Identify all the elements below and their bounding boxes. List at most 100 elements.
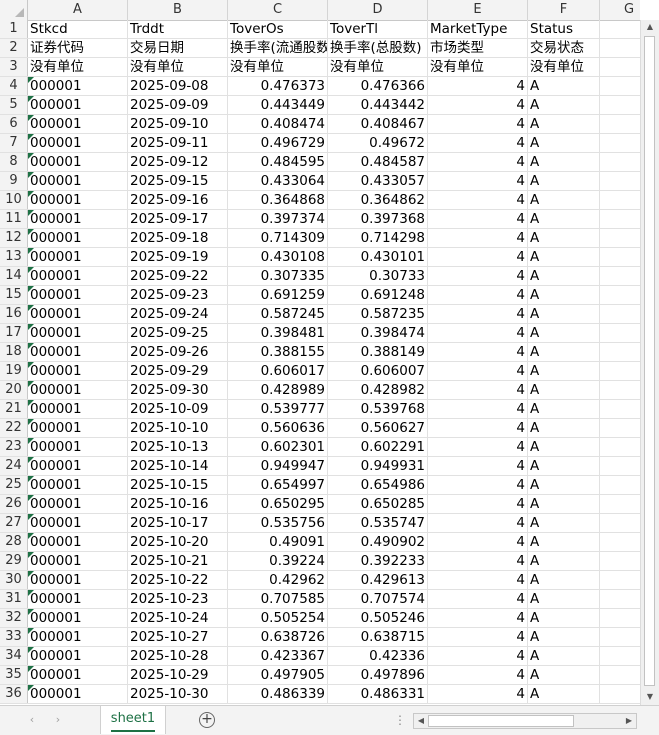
row-header[interactable]: 33: [0, 628, 28, 646]
cell-tovertl[interactable]: 0.650285: [328, 495, 428, 513]
cell-status[interactable]: A: [528, 647, 600, 665]
cell-stkcd[interactable]: 000001: [28, 666, 128, 684]
scroll-up-icon[interactable]: ▲: [641, 20, 659, 34]
cell-stkcd[interactable]: 000001: [28, 343, 128, 361]
row-header[interactable]: 4: [0, 77, 28, 95]
cell-toveros[interactable]: 0.602301: [228, 438, 328, 456]
header-cell[interactable]: 没有单位: [28, 58, 128, 76]
cell-tovertl[interactable]: 0.388149: [328, 343, 428, 361]
empty-cell[interactable]: [600, 77, 640, 95]
cell-trddt[interactable]: 2025-09-24: [128, 305, 228, 323]
vertical-scrollbar[interactable]: ▲ ▼: [640, 20, 659, 705]
empty-cell[interactable]: [600, 115, 640, 133]
empty-cell[interactable]: [600, 400, 640, 418]
cell-tovertl[interactable]: 0.535747: [328, 514, 428, 532]
cell-stkcd[interactable]: 000001: [28, 362, 128, 380]
row-header[interactable]: 35: [0, 666, 28, 684]
header-cell[interactable]: 证券代码: [28, 39, 128, 57]
scroll-down-icon[interactable]: ▼: [641, 690, 659, 704]
cell-tovertl[interactable]: 0.949931: [328, 457, 428, 475]
row-header[interactable]: 16: [0, 305, 28, 323]
header-cell[interactable]: 换手率(流通股数): [228, 39, 328, 57]
cell-status[interactable]: A: [528, 666, 600, 684]
row-header[interactable]: 18: [0, 343, 28, 361]
column-header-g[interactable]: G: [600, 0, 640, 20]
cell-trddt[interactable]: 2025-10-29: [128, 666, 228, 684]
row-header[interactable]: 26: [0, 495, 28, 513]
cell-trddt[interactable]: 2025-10-13: [128, 438, 228, 456]
cell-tovertl[interactable]: 0.398474: [328, 324, 428, 342]
cell-status[interactable]: A: [528, 514, 600, 532]
column-header-a[interactable]: A: [28, 0, 128, 20]
cell-status[interactable]: A: [528, 229, 600, 247]
empty-cell[interactable]: [600, 514, 640, 532]
cell-markettype[interactable]: 4: [428, 286, 528, 304]
row-header[interactable]: 13: [0, 248, 28, 266]
header-cell[interactable]: Status: [528, 20, 600, 38]
cell-status[interactable]: A: [528, 609, 600, 627]
cell-markettype[interactable]: 4: [428, 571, 528, 589]
cell-markettype[interactable]: 4: [428, 191, 528, 209]
cell-toveros[interactable]: 0.638726: [228, 628, 328, 646]
header-cell[interactable]: MarketType: [428, 20, 528, 38]
cell-stkcd[interactable]: 000001: [28, 419, 128, 437]
empty-cell[interactable]: [600, 343, 640, 361]
cell-markettype[interactable]: 4: [428, 552, 528, 570]
cell-toveros[interactable]: 0.408474: [228, 115, 328, 133]
header-cell[interactable]: 市场类型: [428, 39, 528, 57]
cell-trddt[interactable]: 2025-09-11: [128, 134, 228, 152]
cell-markettype[interactable]: 4: [428, 628, 528, 646]
cell-markettype[interactable]: 4: [428, 514, 528, 532]
cell-status[interactable]: A: [528, 324, 600, 342]
empty-cell[interactable]: [600, 533, 640, 551]
empty-cell[interactable]: [600, 96, 640, 114]
cell-markettype[interactable]: 4: [428, 495, 528, 513]
row-header[interactable]: 32: [0, 609, 28, 627]
cell-toveros[interactable]: 0.398481: [228, 324, 328, 342]
cell-status[interactable]: A: [528, 552, 600, 570]
cell-trddt[interactable]: 2025-09-10: [128, 115, 228, 133]
scroll-left-icon[interactable]: ◀: [414, 714, 428, 728]
cell-tovertl[interactable]: 0.560627: [328, 419, 428, 437]
cell-tovertl[interactable]: 0.638715: [328, 628, 428, 646]
prev-sheet-icon[interactable]: ‹: [24, 712, 40, 728]
cell-markettype[interactable]: 4: [428, 96, 528, 114]
cell-toveros[interactable]: 0.650295: [228, 495, 328, 513]
cell-stkcd[interactable]: 000001: [28, 210, 128, 228]
cell-trddt[interactable]: 2025-09-17: [128, 210, 228, 228]
cell-markettype[interactable]: 4: [428, 533, 528, 551]
cell-trddt[interactable]: 2025-09-15: [128, 172, 228, 190]
cell-tovertl[interactable]: 0.42336: [328, 647, 428, 665]
header-cell[interactable]: 没有单位: [528, 58, 600, 76]
cell-stkcd[interactable]: 000001: [28, 495, 128, 513]
cell-markettype[interactable]: 4: [428, 590, 528, 608]
cell-status[interactable]: A: [528, 305, 600, 323]
empty-cell[interactable]: [600, 438, 640, 456]
empty-cell[interactable]: [600, 666, 640, 684]
cell-trddt[interactable]: 2025-10-24: [128, 609, 228, 627]
cell-markettype[interactable]: 4: [428, 115, 528, 133]
cell-tovertl[interactable]: 0.397368: [328, 210, 428, 228]
cell-toveros[interactable]: 0.707585: [228, 590, 328, 608]
cell-stkcd[interactable]: 000001: [28, 647, 128, 665]
cell-stkcd[interactable]: 000001: [28, 685, 128, 703]
cell-trddt[interactable]: 2025-10-14: [128, 457, 228, 475]
cell-tovertl[interactable]: 0.602291: [328, 438, 428, 456]
cell-toveros[interactable]: 0.42962: [228, 571, 328, 589]
cell-toveros[interactable]: 0.428989: [228, 381, 328, 399]
cell-markettype[interactable]: 4: [428, 134, 528, 152]
cell-stkcd[interactable]: 000001: [28, 457, 128, 475]
cell-markettype[interactable]: 4: [428, 77, 528, 95]
cell-tovertl[interactable]: 0.691248: [328, 286, 428, 304]
row-header[interactable]: 36: [0, 685, 28, 703]
row-header[interactable]: 11: [0, 210, 28, 228]
row-header[interactable]: 8: [0, 153, 28, 171]
cell-status[interactable]: A: [528, 191, 600, 209]
cell-stkcd[interactable]: 000001: [28, 514, 128, 532]
cell-status[interactable]: A: [528, 590, 600, 608]
cell-trddt[interactable]: 2025-10-30: [128, 685, 228, 703]
empty-cell[interactable]: [600, 39, 640, 57]
cell-status[interactable]: A: [528, 495, 600, 513]
empty-cell[interactable]: [600, 590, 640, 608]
row-header[interactable]: 6: [0, 115, 28, 133]
